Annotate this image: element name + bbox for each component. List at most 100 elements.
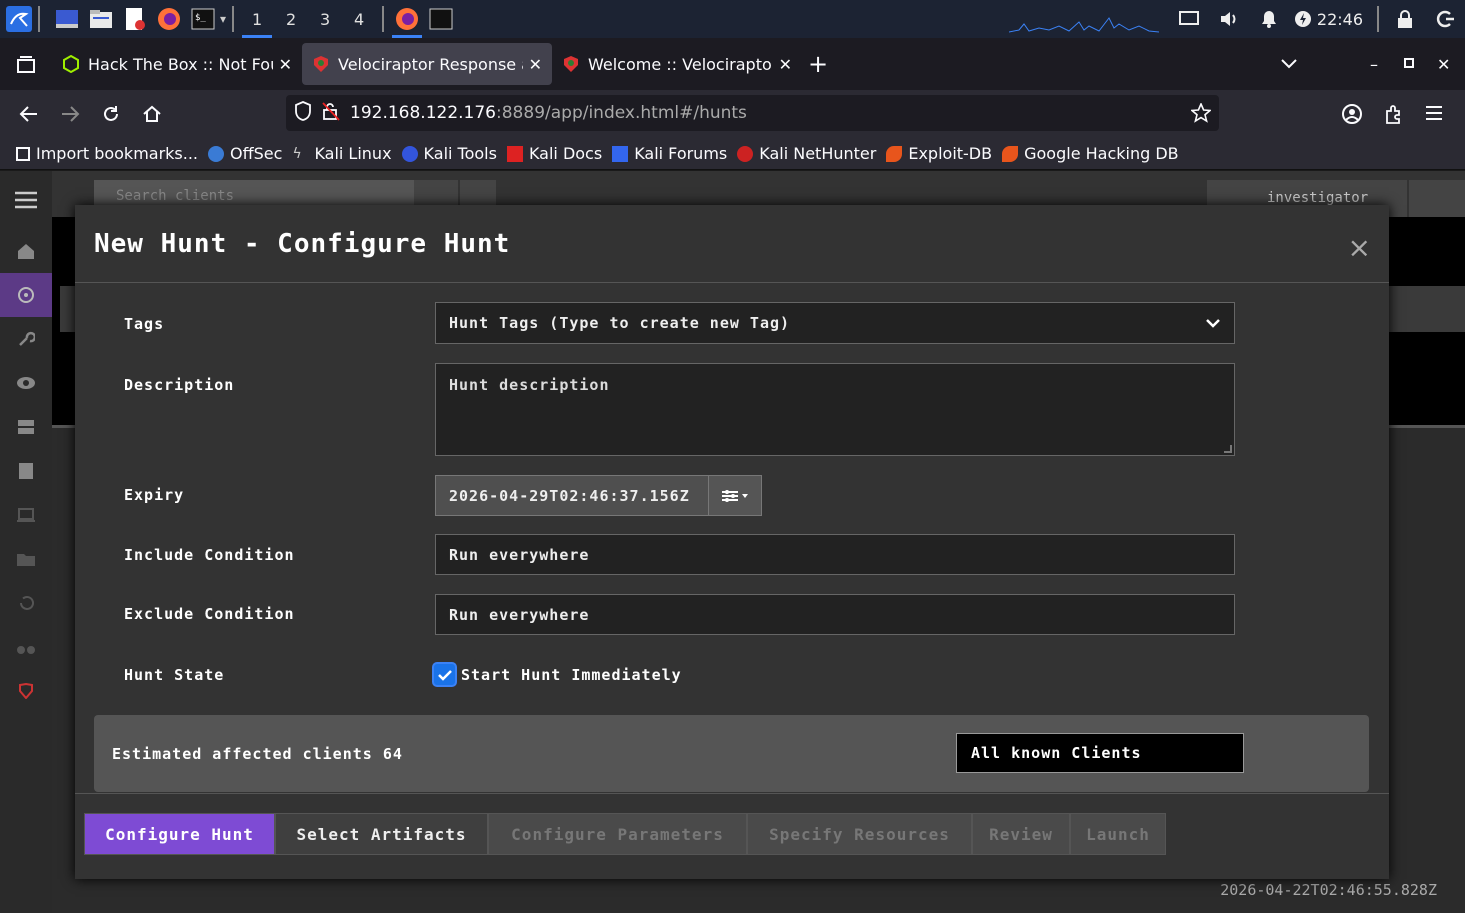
menu-icon[interactable]: [1425, 105, 1443, 125]
notification-bell-icon[interactable]: [1249, 10, 1289, 28]
close-tab-icon[interactable]: ✕: [279, 55, 292, 74]
include-condition-select[interactable]: Run everywhere: [435, 534, 1235, 575]
new-hunt-modal: New Hunt - Configure Hunt × Tags Hunt Ta…: [75, 205, 1389, 879]
book-icon[interactable]: [0, 449, 52, 493]
wrench-icon[interactable]: [0, 317, 52, 361]
step-configure-parameters[interactable]: Configure Parameters: [488, 813, 747, 855]
tab-welcome-velociraptor[interactable]: Welcome :: Velociraptor - ✕: [552, 43, 802, 85]
binoculars-icon[interactable]: [0, 625, 52, 669]
bookmark-kali-forums[interactable]: Kali Forums: [612, 144, 727, 163]
workspace-4[interactable]: 4: [342, 0, 376, 38]
hunt-manager-icon[interactable]: [0, 273, 52, 317]
bookmark-kali-nethunter[interactable]: Kali NetHunter: [737, 144, 876, 163]
tab-title: Welcome :: Velociraptor -: [588, 54, 773, 74]
text-editor-icon[interactable]: [122, 6, 148, 32]
history-icon[interactable]: [0, 581, 52, 625]
desktop-icon[interactable]: [54, 6, 80, 32]
resize-handle[interactable]: [1224, 445, 1232, 453]
bookmark-exploit-db[interactable]: Exploit-DB: [886, 144, 992, 163]
server-icon[interactable]: [0, 405, 52, 449]
bookmarks-bar: Import bookmarks... OffSec ϟ Kali Linux K…: [0, 138, 1465, 170]
chevron-down-icon[interactable]: ▾: [220, 12, 226, 26]
clock[interactable]: 22:46: [1317, 10, 1363, 29]
bookmark-label: Import bookmarks...: [36, 144, 199, 163]
tab-title: Velociraptor Response and: [338, 54, 523, 74]
modal-title: New Hunt - Configure Hunt: [75, 205, 1389, 283]
tab-overview-icon[interactable]: [0, 55, 52, 73]
bookmark-google-hacking-db[interactable]: Google Hacking DB: [1002, 144, 1179, 163]
kali-menu-icon[interactable]: [6, 6, 32, 32]
file-manager-icon[interactable]: [88, 6, 114, 32]
terminal-icon[interactable]: $_: [190, 6, 216, 32]
sliders-icon: [722, 489, 748, 502]
shield-icon[interactable]: [294, 100, 312, 126]
close-icon[interactable]: ×: [1348, 231, 1371, 264]
volume-icon[interactable]: [1209, 10, 1249, 28]
bookmark-label: Kali Tools: [423, 144, 497, 163]
step-configure-hunt[interactable]: Configure Hunt: [84, 813, 275, 855]
eye-icon[interactable]: [0, 361, 52, 405]
hamburger-menu-icon[interactable]: [0, 171, 52, 229]
exploit-db-icon: [886, 145, 903, 162]
home-icon[interactable]: [0, 229, 52, 273]
tab-velociraptor-response[interactable]: Velociraptor Response and ✕: [302, 43, 552, 85]
firefox-icon[interactable]: [156, 6, 182, 32]
expiry-options-button[interactable]: [708, 475, 762, 516]
step-specify-resources[interactable]: Specify Resources: [747, 813, 972, 855]
bookmark-kali-linux[interactable]: ϟ Kali Linux: [292, 144, 391, 163]
hunt-description-textarea[interactable]: Hunt description: [435, 363, 1235, 456]
extensions-icon[interactable]: [1383, 103, 1405, 129]
url-bar[interactable]: 192.168.122.176:8889/app/index.html#/hun…: [286, 95, 1219, 131]
laptop-icon[interactable]: [0, 493, 52, 537]
insecure-lock-icon[interactable]: [322, 101, 340, 126]
close-tab-icon[interactable]: ✕: [529, 55, 542, 74]
step-launch[interactable]: Launch: [1070, 813, 1166, 855]
reload-icon[interactable]: [90, 104, 131, 124]
list-tabs-icon[interactable]: [1280, 55, 1298, 74]
screen-icon[interactable]: [1169, 11, 1209, 27]
step-select-artifacts[interactable]: Select Artifacts: [275, 813, 488, 855]
description-label: Description: [124, 376, 235, 394]
hunt-tags-select[interactable]: Hunt Tags (Type to create new Tag): [435, 302, 1235, 344]
start-immediately-checkbox[interactable]: [432, 662, 457, 687]
include-condition-label: Include Condition: [124, 546, 295, 564]
velociraptor-logo-icon: [0, 669, 52, 713]
back-icon[interactable]: [8, 105, 49, 123]
account-icon[interactable]: [1341, 103, 1363, 129]
workspace-2[interactable]: 2: [274, 0, 308, 38]
maximize-icon[interactable]: [1404, 58, 1414, 68]
bookmark-offsec[interactable]: OffSec: [208, 144, 282, 163]
terminal-window-button[interactable]: [424, 0, 458, 38]
step-review[interactable]: Review: [972, 813, 1070, 855]
folder-icon[interactable]: [0, 537, 52, 581]
chevron-down-icon[interactable]: [1206, 315, 1220, 333]
bookmark-kali-docs[interactable]: Kali Docs: [506, 144, 602, 163]
logout-icon[interactable]: [1425, 10, 1465, 28]
bookmark-star-icon[interactable]: [1189, 101, 1213, 128]
firefox-window-button[interactable]: [390, 0, 424, 38]
cpu-graph: [1008, 4, 1159, 34]
forward-icon[interactable]: [49, 105, 90, 123]
svg-text:$_: $_: [195, 13, 206, 23]
tags-label: Tags: [124, 315, 165, 333]
client-scope-select[interactable]: All known Clients: [956, 733, 1244, 773]
new-tab-icon[interactable]: +: [808, 50, 828, 78]
power-manager-icon[interactable]: [1289, 10, 1317, 28]
workspace-1[interactable]: 1: [240, 0, 274, 38]
close-window-icon[interactable]: ✕: [1437, 55, 1450, 74]
expiry-input[interactable]: 2026-04-29T02:46:37.156Z: [435, 475, 709, 516]
start-immediately-label[interactable]: Start Hunt Immediately: [461, 666, 682, 684]
velociraptor-icon: [314, 56, 328, 72]
close-tab-icon[interactable]: ✕: [779, 55, 792, 74]
separator: [1377, 6, 1379, 32]
lock-icon[interactable]: [1385, 10, 1425, 28]
bookmark-import[interactable]: Import bookmarks...: [16, 144, 198, 163]
settings-wrench-button[interactable]: [1409, 180, 1465, 217]
minimize-icon[interactable]: –: [1370, 55, 1378, 74]
home-icon[interactable]: [131, 104, 172, 124]
tab-hackthebox[interactable]: Hack The Box :: Not Found ✕: [52, 43, 302, 85]
workspace-3[interactable]: 3: [308, 0, 342, 38]
bookmark-kali-tools[interactable]: Kali Tools: [401, 144, 497, 163]
exclude-condition-select[interactable]: Run everywhere: [435, 594, 1235, 635]
bookmark-label: Exploit-DB: [908, 144, 993, 163]
